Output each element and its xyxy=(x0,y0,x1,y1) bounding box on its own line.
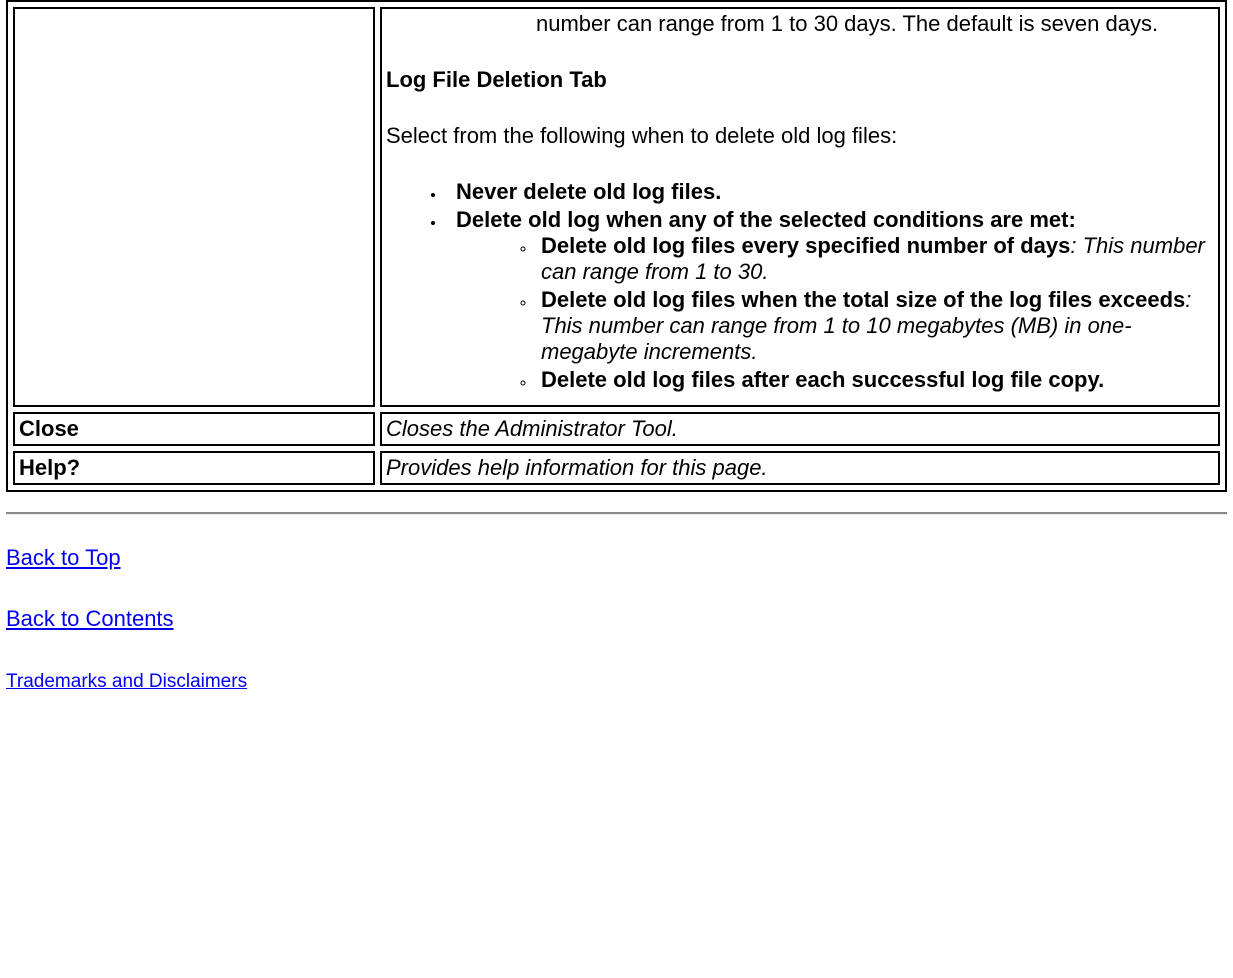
item-text: Never delete old log files xyxy=(456,179,715,204)
list-item: Delete old log files after each successf… xyxy=(536,367,1214,393)
item-text: Delete old log when any of the selected … xyxy=(456,207,1076,232)
table-row: number can range from 1 to 30 days. The … xyxy=(13,7,1220,407)
table-row: Help? Provides help information for this… xyxy=(13,451,1220,485)
sub-item-bold: Delete old log files after each successf… xyxy=(541,367,1098,392)
sub-item-bold: Delete old log files every specified num… xyxy=(541,233,1070,258)
divider xyxy=(6,512,1227,515)
sub-list: Delete old log files every specified num… xyxy=(456,233,1214,393)
section-intro: Select from the following when to delete… xyxy=(386,123,1214,149)
options-list: Never delete old log files. Delete old l… xyxy=(386,179,1214,393)
back-to-contents-link[interactable]: Back to Contents xyxy=(6,606,174,632)
option-desc-cell: Provides help information for this page. xyxy=(380,451,1220,485)
list-item: Delete old log files every specified num… xyxy=(536,233,1214,285)
options-table: number can range from 1 to 30 days. The … xyxy=(6,0,1227,492)
sub-item-bold: Delete old log files when the total size… xyxy=(541,287,1185,312)
option-label-cell: Help? xyxy=(13,451,375,485)
list-item: Delete old log when any of the selected … xyxy=(446,207,1214,393)
option-label-cell xyxy=(13,7,375,407)
sub-item-desc: . xyxy=(1098,367,1104,392)
option-desc-cell: number can range from 1 to 30 days. The … xyxy=(380,7,1220,407)
table-row: Close Closes the Administrator Tool. xyxy=(13,412,1220,446)
section-heading: Log File Deletion Tab xyxy=(386,67,1214,93)
back-to-top-link[interactable]: Back to Top xyxy=(6,545,121,571)
list-item: Never delete old log files. xyxy=(446,179,1214,205)
list-item: Delete old log files when the total size… xyxy=(536,287,1214,365)
option-desc-cell: Closes the Administrator Tool. xyxy=(380,412,1220,446)
fragment-text: number can range from 1 to 30 days. The … xyxy=(386,11,1214,37)
trademarks-link[interactable]: Trademarks and Disclaimers xyxy=(6,671,247,693)
option-label-cell: Close xyxy=(13,412,375,446)
